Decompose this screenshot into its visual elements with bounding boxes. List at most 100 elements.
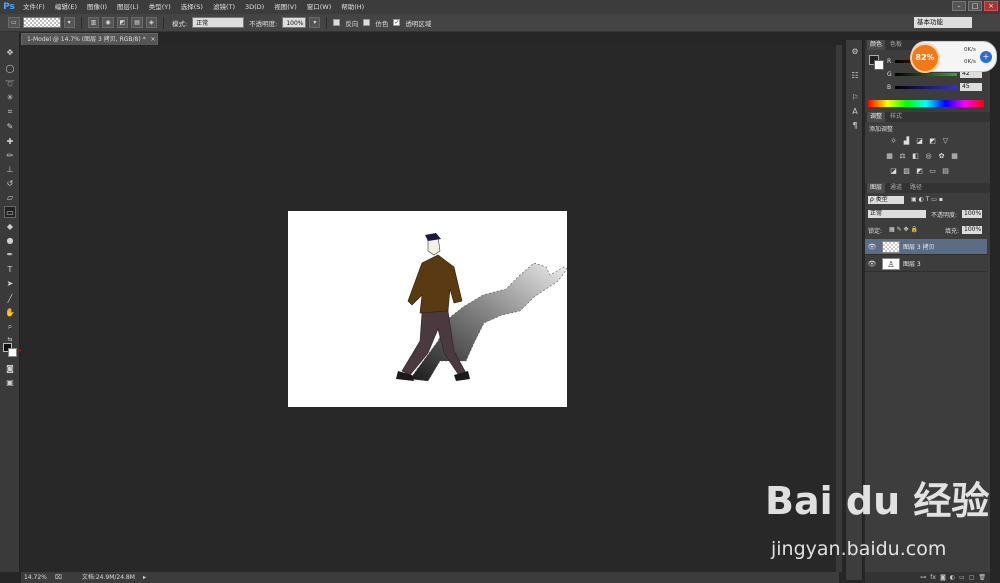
- invert-icon[interactable]: ◪: [889, 167, 898, 176]
- g-slider[interactable]: [895, 73, 957, 76]
- gradient-map-icon[interactable]: ▤: [941, 167, 950, 176]
- b-value-input[interactable]: 45: [960, 83, 982, 91]
- download-speed: 0K/s: [964, 59, 976, 65]
- fill-input[interactable]: 100%: [962, 226, 982, 234]
- character-panel-icon[interactable]: A: [849, 106, 861, 118]
- panel-background-swatch[interactable]: [874, 60, 884, 70]
- layer-row[interactable]: 👁 ♙ 图层 3: [865, 256, 987, 272]
- tab-swatches[interactable]: 色板: [887, 40, 905, 50]
- selective-color-icon[interactable]: ▭: [928, 167, 937, 176]
- group-icon[interactable]: ▭: [959, 572, 965, 583]
- tab-adjustments[interactable]: 调整: [867, 112, 886, 122]
- layer-row-selected[interactable]: 👁 图层 3 拷贝: [865, 239, 987, 255]
- radial-gradient-icon[interactable]: ◉: [102, 17, 114, 28]
- menu-view[interactable]: 视图(V): [269, 0, 302, 14]
- menu-help[interactable]: 帮助(H): [336, 0, 369, 14]
- lasso-icon[interactable]: ➰: [4, 78, 16, 90]
- adjust-panel-icon[interactable]: ⚐: [849, 92, 861, 104]
- reflected-gradient-icon[interactable]: ▤: [131, 17, 143, 28]
- b-slider[interactable]: [895, 86, 957, 89]
- document-tab-close-icon[interactable]: ×: [151, 36, 156, 43]
- menu-image[interactable]: 图像(I): [82, 0, 112, 14]
- status-icon[interactable]: ⌧: [55, 572, 62, 583]
- tab-styles[interactable]: 样式: [887, 112, 905, 122]
- stamp-icon[interactable]: ⊥: [4, 164, 16, 176]
- mode-select[interactable]: 正常: [192, 17, 245, 28]
- maximize-button[interactable]: □: [968, 1, 982, 11]
- menu-type[interactable]: 类型(Y): [144, 0, 176, 14]
- history-panel-icon[interactable]: ⚙: [849, 46, 861, 58]
- tab-layers[interactable]: 图层: [867, 183, 886, 193]
- blend-mode-select[interactable]: 正常: [868, 210, 926, 218]
- tab-channels[interactable]: 通道: [887, 183, 905, 193]
- tab-color[interactable]: 颜色: [867, 40, 886, 50]
- opacity-input[interactable]: 100%: [282, 17, 307, 28]
- menu-layer[interactable]: 图层(L): [112, 0, 144, 14]
- black-white-icon[interactable]: ◧: [911, 152, 920, 161]
- divider: [162, 16, 164, 29]
- mask-icon[interactable]: ◙: [940, 572, 946, 583]
- menu-3d[interactable]: 3D(D): [240, 0, 269, 14]
- speed-widget-plus-icon[interactable]: +: [980, 51, 992, 63]
- actions-panel-icon[interactable]: ☷: [849, 70, 861, 82]
- menu-filter[interactable]: 滤镜(T): [208, 0, 240, 14]
- adjustment-layer-icon[interactable]: ◐: [950, 572, 955, 583]
- posterize-icon[interactable]: ▨: [902, 167, 911, 176]
- zoom-level[interactable]: 14.72%: [24, 572, 47, 583]
- threshold-icon[interactable]: ◩: [915, 167, 924, 176]
- eye-icon[interactable]: 👁: [865, 260, 879, 268]
- layer-opacity-input[interactable]: 100%: [962, 210, 982, 218]
- eye-icon[interactable]: 👁: [865, 243, 879, 251]
- link-layers-icon[interactable]: ⊶: [920, 572, 926, 583]
- ellipse-marquee-icon[interactable]: ◯: [4, 63, 16, 75]
- color-spectrum-bar[interactable]: [868, 100, 984, 107]
- curves-icon[interactable]: ◪: [915, 137, 924, 146]
- status-menu-arrow-icon[interactable]: ▸: [143, 572, 146, 583]
- magic-wand-icon[interactable]: ✳: [4, 92, 16, 104]
- menu-file[interactable]: 文件(F): [18, 0, 50, 14]
- levels-icon[interactable]: ▟: [902, 137, 911, 146]
- transparency-checkbox[interactable]: ✓: [393, 19, 401, 26]
- minimize-button[interactable]: –: [952, 1, 966, 11]
- brush-icon[interactable]: ✏: [4, 150, 16, 162]
- network-speed-widget[interactable]: 82% 0K/s 0K/s +: [910, 41, 997, 73]
- color-balance-icon[interactable]: ⚖: [898, 152, 907, 161]
- hue-saturation-icon[interactable]: ▦: [885, 152, 894, 161]
- dither-checkbox[interactable]: [363, 19, 371, 26]
- layer-filter-select[interactable]: ρ 类型: [868, 196, 904, 204]
- tab-paths[interactable]: 路径: [907, 183, 925, 193]
- eyedropper-icon[interactable]: ✎: [4, 121, 16, 133]
- new-layer-icon[interactable]: ▢: [969, 572, 975, 583]
- opacity-chevron-icon[interactable]: ▾: [309, 17, 321, 28]
- menu-select[interactable]: 选择(S): [176, 0, 208, 14]
- screen-mode-icon[interactable]: ▣: [4, 377, 16, 389]
- crop-icon[interactable]: ⌗: [4, 106, 16, 118]
- move-tool-icon[interactable]: ✥: [4, 47, 16, 59]
- exposure-icon[interactable]: ◩: [928, 137, 937, 146]
- color-lookup-icon[interactable]: ▦: [950, 152, 959, 161]
- reverse-checkbox[interactable]: [333, 19, 341, 26]
- lock-icons[interactable]: ▦ ✎ ✥ 🔒: [889, 226, 918, 233]
- workspace-select[interactable]: 基本功能: [914, 17, 972, 28]
- healing-brush-icon[interactable]: ✚: [4, 136, 16, 148]
- brightness-icon[interactable]: ☼: [889, 137, 898, 146]
- menu-edit[interactable]: 编辑(E): [50, 0, 82, 14]
- paragraph-panel-icon[interactable]: ¶: [849, 120, 861, 132]
- angle-gradient-icon[interactable]: ◩: [116, 17, 129, 28]
- layer-name: 图层 3 拷贝: [903, 244, 935, 251]
- photo-filter-icon[interactable]: ◎: [924, 152, 933, 161]
- layer-filter-icons[interactable]: ▣ ◐ T ▭ ▪: [911, 196, 943, 203]
- linear-gradient-icon[interactable]: ▥: [87, 17, 100, 28]
- vibrance-icon[interactable]: ▽: [941, 137, 950, 146]
- close-button[interactable]: ×: [984, 1, 998, 11]
- document-canvas[interactable]: [288, 211, 568, 407]
- channel-mixer-icon[interactable]: ✿: [937, 152, 946, 161]
- trash-icon[interactable]: 🗑: [978, 572, 986, 583]
- tool-preset-icon[interactable]: ▭: [8, 17, 20, 28]
- gradient-picker-chevron-icon[interactable]: ▾: [63, 17, 75, 28]
- gradient-preview[interactable]: [22, 17, 61, 28]
- fx-icon[interactable]: fx: [930, 572, 936, 583]
- document-tab[interactable]: 1-Model @ 14.7% (图层 3 拷贝, RGB/8) * ×: [21, 33, 158, 45]
- diamond-gradient-icon[interactable]: ◈: [145, 17, 157, 28]
- menu-window[interactable]: 窗口(W): [302, 0, 337, 14]
